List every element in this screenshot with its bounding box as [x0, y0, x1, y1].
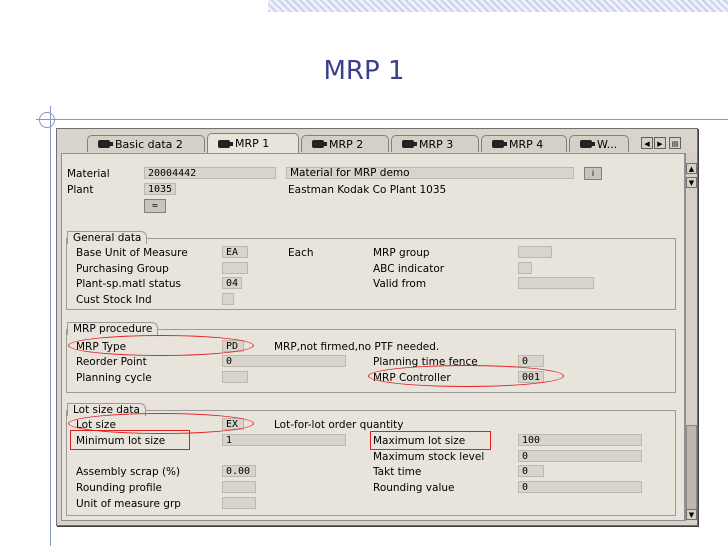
tab-mrp-4[interactable]: MRP 4 — [481, 135, 567, 152]
tab-icon — [312, 140, 327, 148]
purchasing-group-field[interactable] — [222, 262, 248, 274]
slide-title: MRP 1 — [323, 56, 405, 86]
bullet-ring-decoration — [39, 112, 55, 128]
divider-line — [36, 119, 728, 120]
abc-indicator-field[interactable] — [518, 262, 532, 274]
mrp-group-field[interactable] — [518, 246, 552, 258]
annotation-oval-mrp-type — [68, 335, 254, 356]
tab-label: W... — [597, 137, 618, 151]
org-levels-icon[interactable]: ≈ — [144, 199, 166, 213]
abc-indicator-label: ABC indicator — [373, 263, 445, 275]
general-data-title: General data — [67, 231, 148, 244]
sap-material-screen: Basic data 2 MRP 1 MRP 2 MRP 3 MRP 4 W..… — [56, 128, 698, 526]
cust-stock-label: Cust Stock Ind — [76, 294, 152, 306]
tab-label: MRP 2 — [329, 137, 364, 151]
plant-description: Eastman Kodak Co Plant 1035 — [288, 184, 447, 196]
material-field[interactable]: 20004442 — [144, 167, 276, 179]
max-stock-level-label: Maximum stock level — [373, 451, 485, 463]
tab-scroll-right-icon[interactable]: ▶ — [654, 137, 666, 149]
annotation-box-max-lot-size — [370, 431, 491, 450]
max-stock-level-field[interactable]: 0 — [518, 450, 642, 462]
tab-icon — [402, 140, 417, 148]
tab-mrp-2[interactable]: MRP 2 — [301, 135, 389, 152]
takt-time-field[interactable]: 0 — [518, 465, 544, 477]
tab-basic-data-2[interactable]: Basic data 2 — [87, 135, 205, 152]
planning-time-fence-field[interactable]: 0 — [518, 355, 544, 367]
takt-time-label: Takt time — [373, 466, 422, 478]
tab-icon — [580, 140, 595, 148]
assembly-scrap-label: Assembly scrap (%) — [76, 466, 181, 478]
uom-group-field[interactable] — [222, 497, 256, 509]
vertical-scrollbar[interactable]: ▲ ▼ ▼ — [685, 153, 697, 521]
base-uom-field[interactable]: EA — [222, 246, 248, 258]
max-lot-size-field[interactable]: 100 — [518, 434, 642, 446]
mrp-group-label: MRP group — [373, 247, 430, 259]
tab-label: MRP 3 — [419, 137, 454, 151]
scroll-thumb[interactable] — [686, 425, 697, 511]
rounding-value-label: Rounding value — [373, 482, 455, 494]
mrp-procedure-title: MRP procedure — [67, 322, 159, 335]
tab-icon — [98, 140, 113, 148]
rounding-profile-field[interactable] — [222, 481, 256, 493]
tab-label: Basic data 2 — [115, 137, 183, 151]
tab-label: MRP 4 — [509, 137, 544, 151]
tab-mrp-1[interactable]: MRP 1 — [207, 133, 299, 153]
material-description: Material for MRP demo — [286, 167, 574, 179]
plant-label: Plant — [67, 184, 94, 196]
margin-line — [50, 106, 51, 546]
planning-cycle-label: Planning cycle — [76, 372, 152, 384]
tab-icon — [492, 140, 507, 148]
cust-stock-field[interactable] — [222, 293, 234, 305]
planning-cycle-field[interactable] — [222, 371, 248, 383]
plant-status-field[interactable]: 04 — [222, 277, 242, 289]
purchasing-group-label: Purchasing Group — [76, 263, 169, 275]
mrp-type-text: MRP,not firmed,no PTF needed. — [274, 341, 440, 353]
reorder-point-label: Reorder Point — [76, 356, 147, 368]
lot-size-text: Lot-for-lot order quantity — [274, 419, 404, 431]
scroll-down-icon[interactable]: ▼ — [686, 177, 697, 188]
tab-more[interactable]: W... — [569, 135, 629, 152]
annotation-oval-mrp-controller — [368, 365, 564, 387]
material-label: Material — [67, 168, 110, 180]
rounding-value-field[interactable]: 0 — [518, 481, 642, 493]
header-pattern — [268, 0, 728, 12]
tab-scroll-left-icon[interactable]: ◀ — [641, 137, 653, 149]
reorder-point-field[interactable]: 0 — [222, 355, 346, 367]
valid-from-label: Valid from — [373, 278, 427, 290]
tab-mrp-3[interactable]: MRP 3 — [391, 135, 479, 152]
tab-label: MRP 1 — [235, 137, 270, 150]
uom-group-label: Unit of measure grp — [76, 498, 181, 510]
tab-list-icon[interactable]: ▤ — [669, 137, 681, 149]
scroll-up-icon[interactable]: ▲ — [686, 163, 697, 174]
info-icon[interactable]: i — [584, 167, 602, 180]
rounding-profile-label: Rounding profile — [76, 482, 162, 494]
valid-from-field[interactable] — [518, 277, 594, 289]
plant-field[interactable]: 1035 — [144, 183, 176, 195]
base-uom-text: Each — [288, 247, 314, 259]
min-lot-size-field[interactable]: 1 — [222, 434, 346, 446]
annotation-box-min-lot-size — [70, 430, 190, 450]
scroll-bottom-icon[interactable]: ▼ — [686, 509, 697, 520]
tab-icon — [218, 139, 233, 148]
base-uom-label: Base Unit of Measure — [76, 247, 188, 259]
assembly-scrap-field[interactable]: 0.00 — [222, 465, 256, 477]
mrp1-panel: Material 20004442 Material for MRP demo … — [61, 153, 685, 521]
plant-status-label: Plant-sp.matl status — [76, 278, 182, 290]
